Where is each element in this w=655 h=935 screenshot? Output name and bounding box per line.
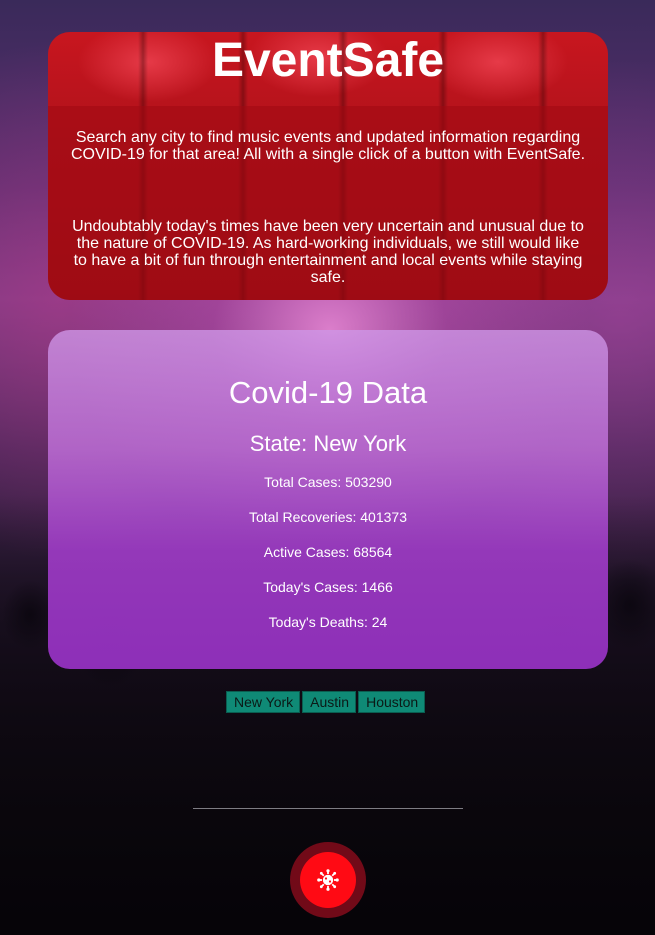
city-button-new-york[interactable]: New York: [226, 691, 301, 713]
mission-paragraph: Undoubtably today's times have been very…: [72, 218, 584, 286]
city-button-houston[interactable]: Houston: [358, 691, 426, 713]
todays-cases: Today's Cases: 1466: [263, 579, 393, 595]
app-title: EventSafe: [211, 34, 445, 87]
covid-fab-button[interactable]: [300, 852, 356, 908]
covid-data-card: Covid-19 Data State: New York Total Case…: [48, 330, 608, 669]
divider: [193, 808, 463, 809]
active-cases: Active Cases: 68564: [263, 544, 393, 560]
header-card: EventSafe Search any city to find music …: [48, 32, 608, 300]
total-cases: Total Cases: 503290: [264, 474, 392, 490]
virus-icon: [317, 869, 339, 891]
intro-paragraph: Search any city to find music events and…: [70, 129, 586, 163]
state-name: State: New York: [249, 431, 407, 456]
covid-title: Covid-19 Data: [228, 375, 428, 410]
city-button-group: New York Austin Houston: [226, 691, 426, 713]
total-recoveries: Total Recoveries: 401373: [249, 509, 407, 525]
city-button-austin[interactable]: Austin: [302, 691, 357, 713]
todays-deaths: Today's Deaths: 24: [268, 614, 388, 630]
